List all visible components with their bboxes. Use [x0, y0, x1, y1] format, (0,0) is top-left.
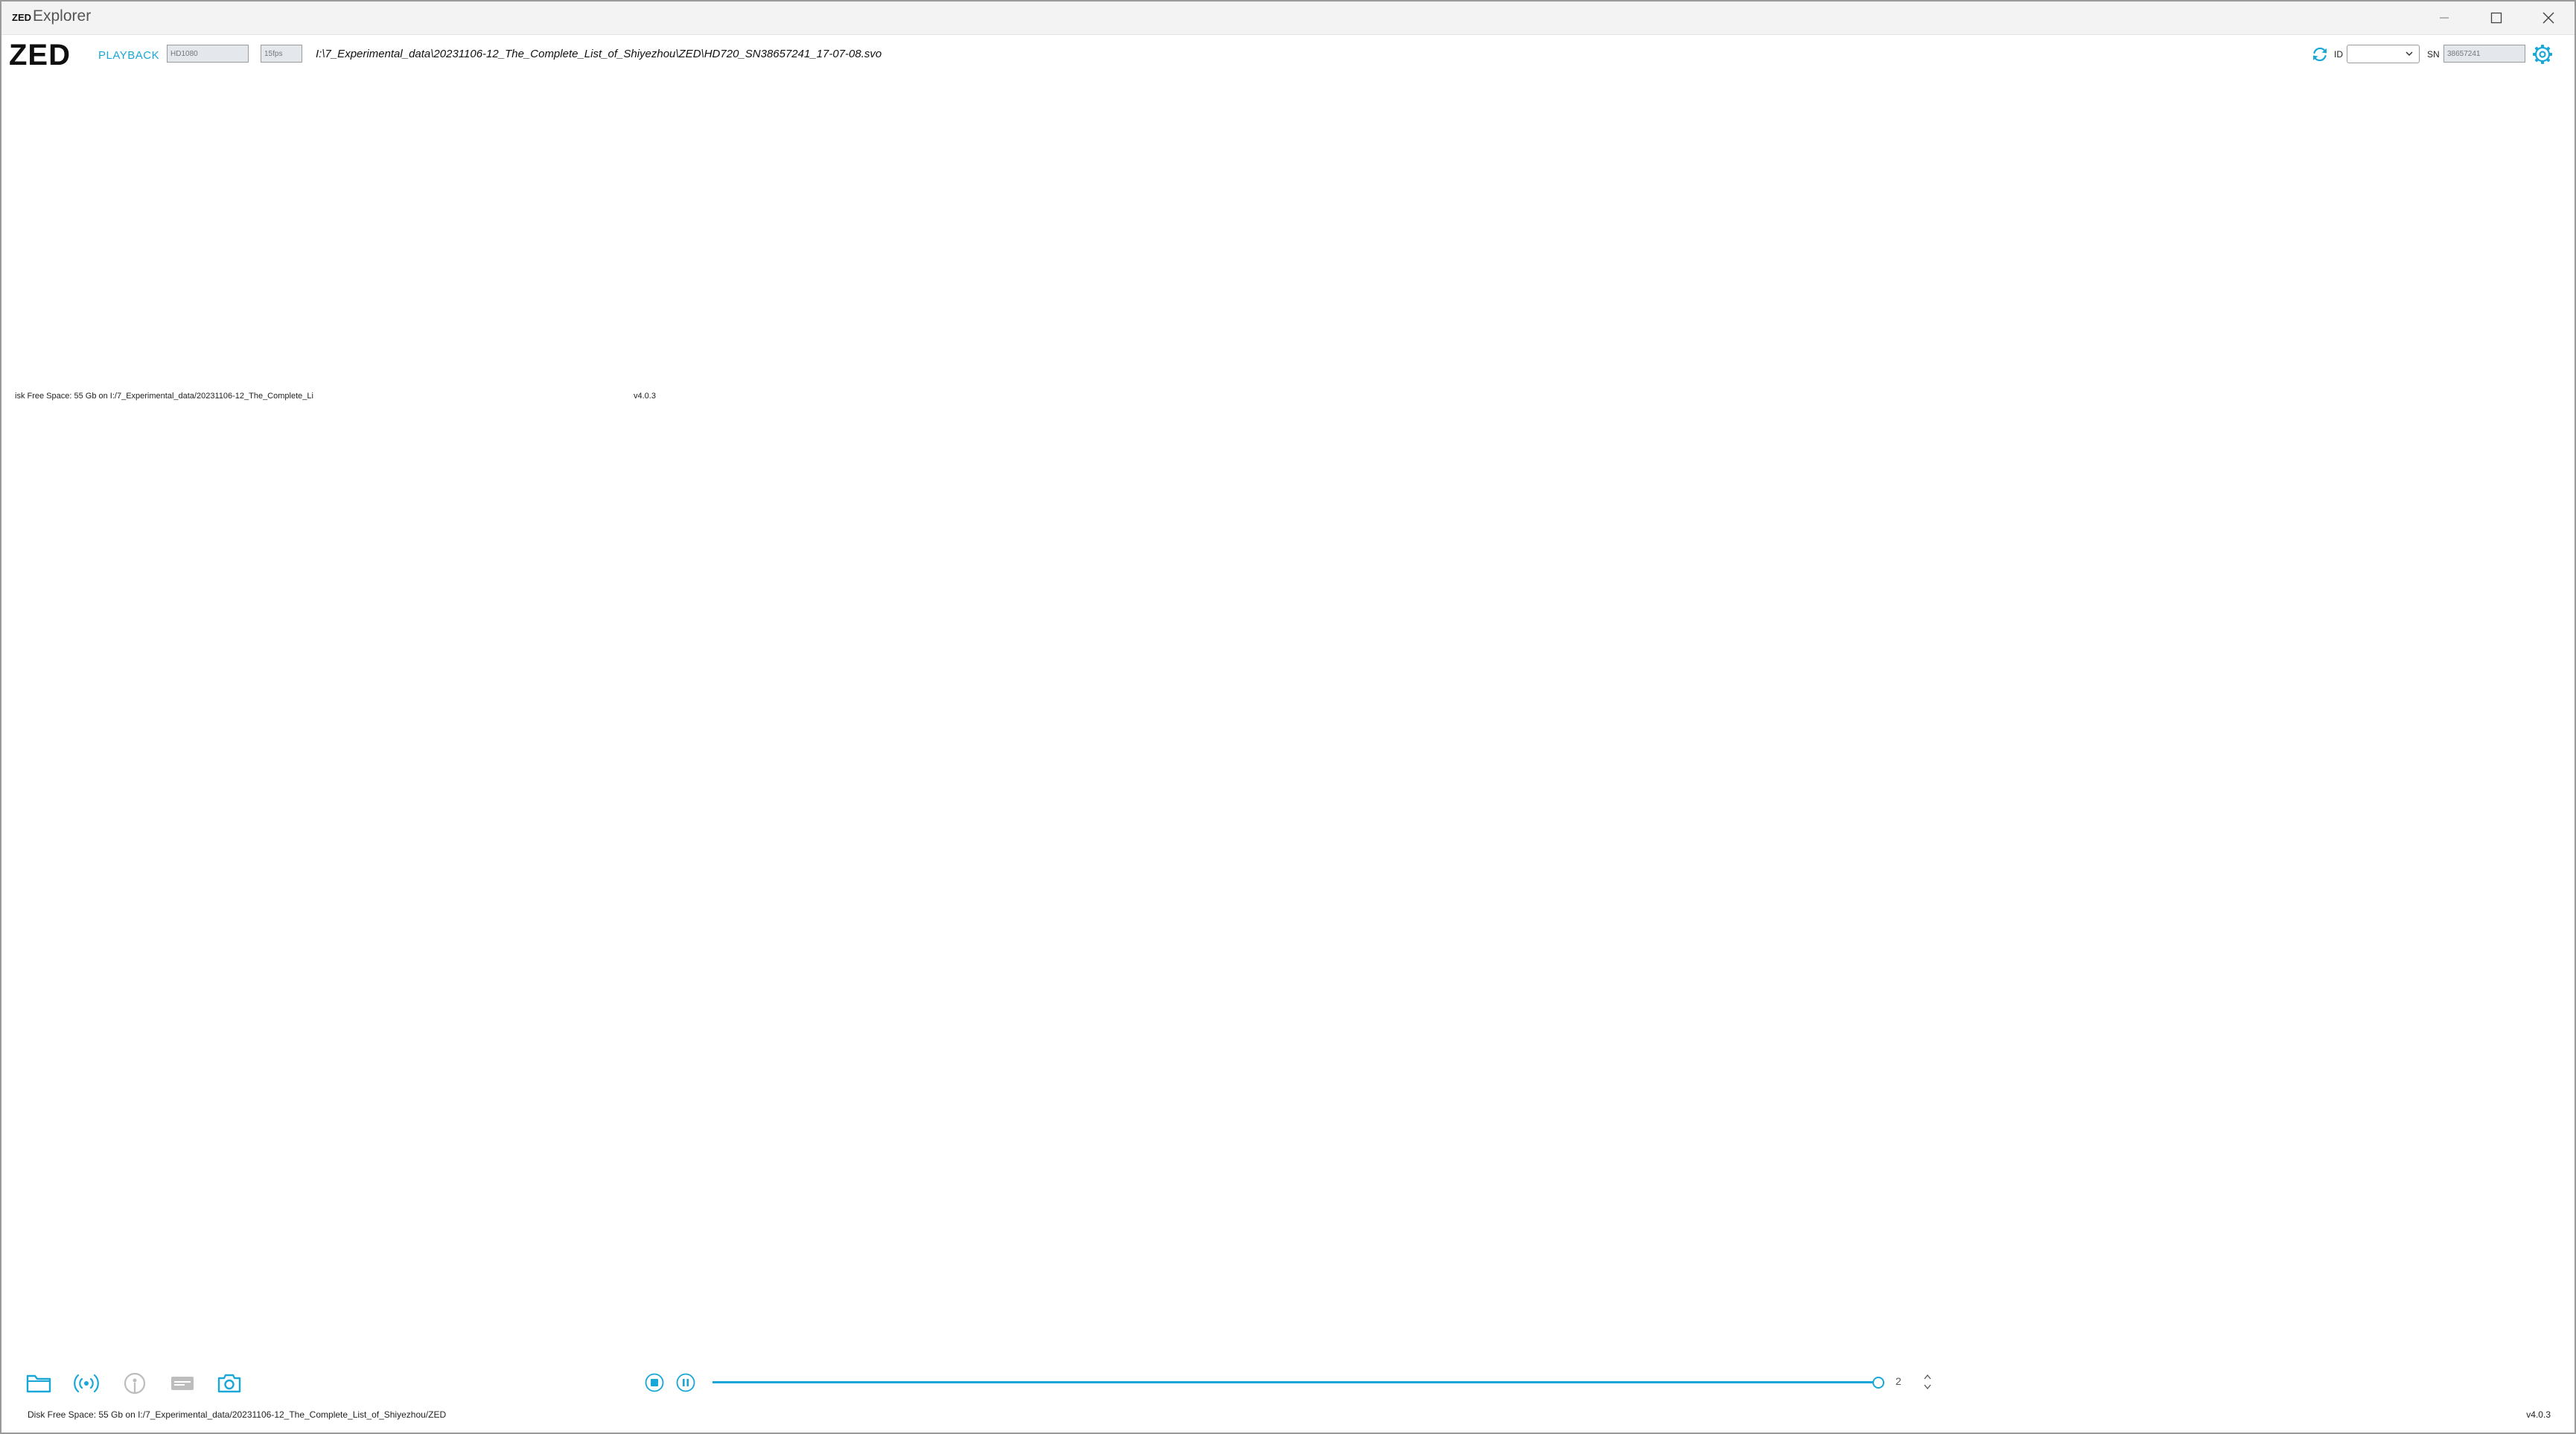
minimize-button[interactable]	[2418, 1, 2470, 34]
svo-file-path: I:\7_Experimental_data\20231106-12_The_C…	[316, 48, 882, 60]
chevron-up-icon[interactable]	[1924, 1374, 1931, 1380]
gear-icon[interactable]	[2531, 43, 2554, 66]
camera-icon	[217, 1374, 241, 1393]
playback-timeline[interactable]	[712, 1377, 1884, 1389]
id-label: ID	[2334, 49, 2343, 60]
export-icon	[171, 1377, 194, 1390]
top-toolbar: ZED PLAYBACK I:\7_Experimental_data\2023…	[1, 34, 2575, 76]
pause-button[interactable]	[676, 1373, 695, 1392]
playback-mode-label[interactable]: PLAYBACK	[98, 49, 159, 62]
viewport-status-text: isk Free Space: 55 Gb on I:/7_Experiment…	[15, 392, 313, 401]
stop-icon	[651, 1379, 658, 1386]
title-bar[interactable]: ZED Explorer	[1, 1, 2575, 35]
serial-number-field[interactable]	[2443, 45, 2525, 63]
export-button[interactable]	[168, 1370, 197, 1397]
resolution-field[interactable]	[167, 45, 249, 63]
folder-icon	[26, 1374, 51, 1393]
chevron-down-icon[interactable]	[1924, 1384, 1931, 1390]
fps-field[interactable]	[261, 45, 302, 63]
stop-button[interactable]	[645, 1373, 664, 1392]
refresh-icon[interactable]	[2310, 45, 2330, 64]
stream-button[interactable]	[72, 1370, 101, 1397]
broadcast-icon	[74, 1374, 99, 1393]
frame-stepper[interactable]	[1922, 1371, 1933, 1392]
version-label: v4.0.3	[2526, 1409, 2551, 1420]
viewport-version: v4.0.3	[634, 392, 656, 401]
record-button[interactable]	[121, 1370, 149, 1397]
pause-icon	[683, 1379, 689, 1386]
camera-id-select[interactable]	[2347, 45, 2420, 63]
title-logo: ZED	[12, 12, 31, 23]
sn-label: SN	[2427, 49, 2440, 60]
timeline-progress	[712, 1381, 1878, 1383]
close-button[interactable]	[2522, 1, 2575, 34]
maximize-icon	[2490, 12, 2502, 24]
record-icon	[124, 1372, 146, 1395]
frame-number[interactable]: 2	[1896, 1375, 1901, 1387]
snapshot-button[interactable]	[215, 1370, 243, 1397]
window-title: Explorer	[33, 7, 92, 25]
chevron-down-icon	[2406, 51, 2413, 57]
disk-space-status: Disk Free Space: 55 Gb on I:/7_Experimen…	[28, 1409, 447, 1420]
app-window: ZED Explorer ZED PLAYBACK I:\7_Experimen…	[0, 0, 2576, 1434]
zed-logo: ZED	[9, 39, 71, 71]
maximize-button[interactable]	[2470, 1, 2522, 34]
close-icon	[2542, 12, 2554, 24]
open-file-button[interactable]	[25, 1370, 53, 1397]
minimize-icon	[2440, 17, 2449, 19]
timeline-handle[interactable]	[1872, 1377, 1884, 1389]
